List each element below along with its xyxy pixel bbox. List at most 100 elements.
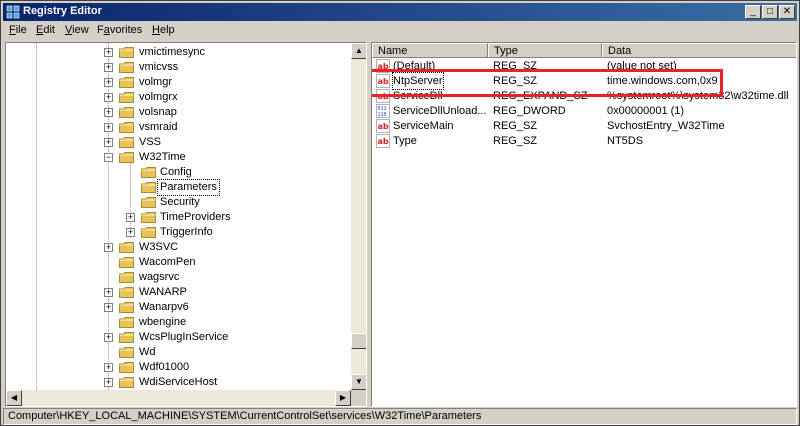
tree-item-wacompen[interactable]: WacomPen <box>6 255 346 270</box>
folder-icon <box>141 212 156 223</box>
expand-plus-icon[interactable]: + <box>104 123 113 132</box>
tree-item-wcspluginservice[interactable]: + WcsPlugInService <box>6 330 346 345</box>
values-list-pane[interactable]: Name Type Data ab (Default) REG_SZ (value n… <box>371 42 797 407</box>
expand-plus-icon[interactable]: + <box>104 138 113 147</box>
registry-tree-pane[interactable]: + vmictimesync + vmicvss + volmgr + volmgrx + vol… <box>5 42 367 407</box>
tree-item-vmictimesync[interactable]: + vmictimesync <box>6 45 346 60</box>
close-button[interactable]: ✕ <box>779 5 795 19</box>
menu-file[interactable]: File <box>9 24 27 36</box>
tree-item-label: Parameters <box>157 179 220 196</box>
tree-item-w3svc[interactable]: + W3SVC <box>6 240 346 255</box>
tree-item-label: wagsrvc <box>139 271 180 283</box>
menu-edit-label: dit <box>43 24 55 36</box>
expand-plus-icon[interactable]: + <box>104 303 113 312</box>
menu-view-label: iew <box>72 24 89 36</box>
value-row-servicemain[interactable]: ab ServiceMain REG_SZ SvchostEntry_W32Time <box>372 118 796 134</box>
expand-plus-icon[interactable]: + <box>104 93 113 102</box>
menu-bar: File Edit View Favorites Help <box>3 22 797 40</box>
tree-item-wanarpv6[interactable]: + Wanarpv6 <box>6 300 346 315</box>
folder-icon <box>119 77 134 88</box>
expand-plus-icon[interactable]: + <box>104 378 113 387</box>
folder-icon <box>141 167 156 178</box>
value-type: REG_SZ <box>493 120 538 132</box>
folder-icon <box>119 257 134 268</box>
value-data: 0x00000001 (1) <box>607 105 685 117</box>
column-header-data[interactable]: Data <box>602 43 796 58</box>
tree-item-volsnap[interactable]: + volsnap <box>6 105 346 120</box>
tree-item-vsmraid[interactable]: + vsmraid <box>6 120 346 135</box>
tree-item-wagsrvc[interactable]: wagsrvc <box>6 270 346 285</box>
value-name: ServiceDllUnload... <box>393 105 487 117</box>
folder-icon <box>119 287 134 298</box>
column-header-type[interactable]: Type <box>488 43 602 58</box>
scroll-up-arrow-icon[interactable]: ▲ <box>351 43 366 59</box>
expand-plus-icon[interactable]: + <box>104 108 113 117</box>
expand-plus-icon[interactable]: + <box>104 333 113 342</box>
folder-icon <box>119 122 134 133</box>
ntpserver-highlight-box <box>372 69 723 97</box>
string-value-icon: ab <box>376 134 390 148</box>
menu-favorites-label: vorites <box>109 24 143 36</box>
tree-item-config[interactable]: Config <box>6 165 346 180</box>
value-row-type[interactable]: ab Type REG_SZ NT5DS <box>372 133 796 149</box>
tree-item-label: WcsPlugInService <box>139 331 229 343</box>
tree-horizontal-scrollbar[interactable]: ◀ ▶ <box>6 390 351 406</box>
tree-item-vss[interactable]: + VSS <box>6 135 346 150</box>
folder-icon <box>141 227 156 238</box>
title-bar[interactable]: Registry Editor _ □ ✕ <box>3 3 797 21</box>
expand-plus-icon[interactable]: + <box>126 213 135 222</box>
minimize-button[interactable]: _ <box>745 5 761 19</box>
value-row-servicedllunload[interactable]: 011 110 ServiceDllUnload... REG_DWORD 0x0000… <box>372 103 796 119</box>
value-name: ServiceMain <box>393 120 454 132</box>
tree-item-timeproviders[interactable]: + TimeProviders <box>6 210 346 225</box>
tree-item-label: volmgrx <box>139 91 178 103</box>
tree-item-wbengine[interactable]: wbengine <box>6 315 346 330</box>
tree-item-triggerinfo[interactable]: + TriggerInfo <box>6 225 346 240</box>
menu-edit[interactable]: Edit <box>36 24 55 36</box>
scroll-right-arrow-icon[interactable]: ▶ <box>335 390 351 406</box>
binary-value-icon: 011 110 <box>376 104 390 118</box>
expand-plus-icon[interactable]: + <box>104 288 113 297</box>
folder-icon <box>119 362 134 373</box>
tree-item-w32time[interactable]: − W32Time <box>6 150 346 165</box>
expand-plus-icon[interactable]: + <box>104 78 113 87</box>
tree-item-parameters[interactable]: Parameters <box>6 179 346 196</box>
tree-item-label: Wdf01000 <box>139 361 190 373</box>
scroll-thumb[interactable] <box>351 333 366 349</box>
tree-item-label: wbengine <box>139 316 187 328</box>
menu-file-label: ile <box>15 24 27 36</box>
scroll-down-arrow-icon[interactable]: ▼ <box>351 374 366 390</box>
tree-item-wanarp[interactable]: + WANARP <box>6 285 346 300</box>
tree-vertical-scrollbar[interactable]: ▲ ▼ <box>351 43 366 390</box>
svg-text:ab: ab <box>378 122 389 131</box>
tree-item-label: W3SVC <box>139 241 179 253</box>
status-bar: Computer\HKEY_LOCAL_MACHINE\SYSTEM\Curre… <box>3 408 797 425</box>
expand-plus-icon[interactable]: + <box>104 48 113 57</box>
tree-item-wdf01000[interactable]: + Wdf01000 <box>6 360 346 375</box>
expand-plus-icon[interactable]: + <box>104 243 113 252</box>
tree-item-volmgrx[interactable]: + volmgrx <box>6 90 346 105</box>
folder-icon <box>119 332 134 343</box>
menu-view[interactable]: View <box>65 24 89 36</box>
expand-plus-icon[interactable]: + <box>104 63 113 72</box>
scroll-left-arrow-icon[interactable]: ◀ <box>6 390 22 406</box>
registry-editor-window: Registry Editor _ □ ✕ File Edit View Fav… <box>0 0 800 426</box>
column-header-name[interactable]: Name <box>372 43 488 58</box>
folder-icon <box>119 347 134 358</box>
collapse-minus-icon[interactable]: − <box>104 153 113 162</box>
tree-item-label: WANARP <box>139 286 187 298</box>
menu-help[interactable]: Help <box>152 24 175 36</box>
tree-item-vmicvss[interactable]: + vmicvss <box>6 60 346 75</box>
tree-item-wdiservicehost[interactable]: + WdiServiceHost <box>6 375 346 390</box>
tree-item-label: WdiServiceHost <box>139 376 218 388</box>
tree-item-volmgr[interactable]: + volmgr <box>6 75 346 90</box>
tree-item-security[interactable]: Security <box>6 195 346 210</box>
menu-favorites-prefix: F <box>97 24 104 36</box>
expand-plus-icon[interactable]: + <box>126 228 135 237</box>
tree-item-wd[interactable]: Wd <box>6 345 346 360</box>
status-path: Computer\HKEY_LOCAL_MACHINE\SYSTEM\Curre… <box>8 410 482 422</box>
value-data: SvchostEntry_W32Time <box>607 120 725 132</box>
maximize-button[interactable]: □ <box>762 5 778 19</box>
menu-favorites[interactable]: Favorites <box>97 24 142 36</box>
expand-plus-icon[interactable]: + <box>104 363 113 372</box>
